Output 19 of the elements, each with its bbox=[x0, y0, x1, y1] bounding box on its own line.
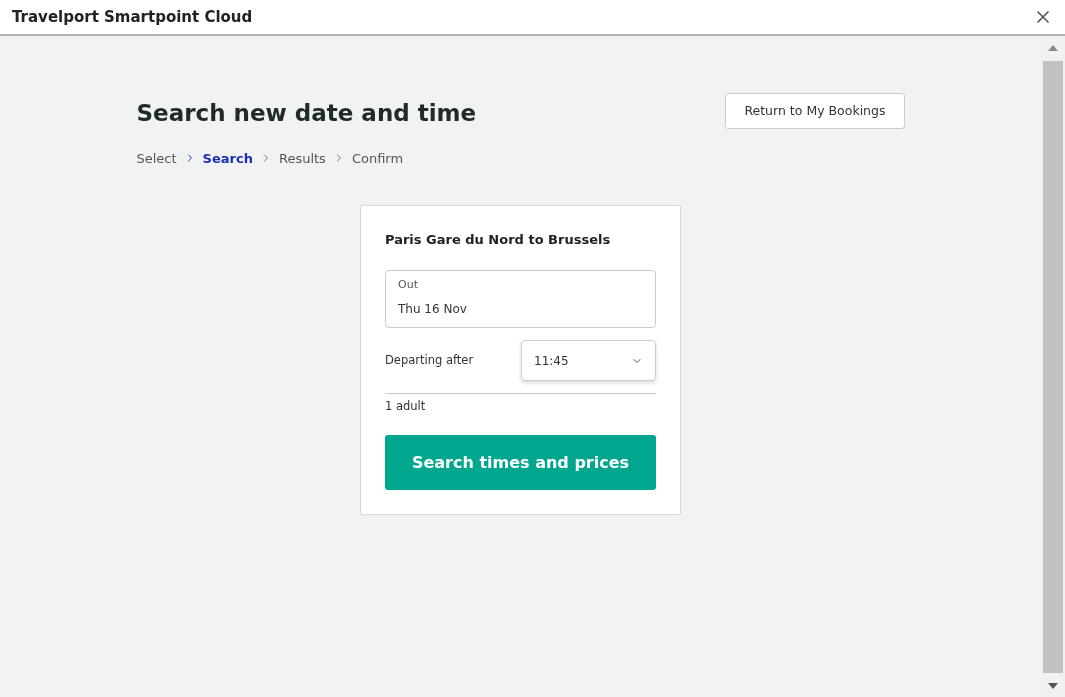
out-date-field[interactable]: Out Thu 16 Nov bbox=[385, 269, 656, 328]
passenger-count: 1 adult bbox=[385, 398, 427, 415]
window-title: Travelport Smartpoint Cloud bbox=[12, 6, 253, 28]
scroll-up-icon[interactable] bbox=[1048, 45, 1058, 51]
field-value: Thu 16 Nov bbox=[398, 301, 468, 318]
breadcrumb-step[interactable]: Select bbox=[136, 148, 177, 168]
departing-label: Departing after bbox=[385, 351, 474, 369]
breadcrumb-step[interactable]: Search bbox=[202, 148, 253, 168]
return-to-bookings-button[interactable]: Return to My Bookings bbox=[725, 93, 905, 129]
breadcrumb-step[interactable]: Results bbox=[278, 148, 326, 168]
breadcrumb-step[interactable]: Confirm bbox=[351, 148, 404, 168]
scroll-down-icon[interactable] bbox=[1048, 683, 1058, 689]
scrollbar[interactable] bbox=[1041, 36, 1065, 697]
scrollbar-thumb[interactable] bbox=[1043, 61, 1063, 673]
page-heading: Search new date and time bbox=[136, 99, 477, 128]
time-select[interactable]: 11:45 bbox=[521, 340, 656, 381]
time-value: 11:45 bbox=[534, 352, 569, 370]
route-title: Paris Gare du Nord to Brussels bbox=[385, 231, 612, 249]
field-label: Out bbox=[398, 276, 419, 293]
